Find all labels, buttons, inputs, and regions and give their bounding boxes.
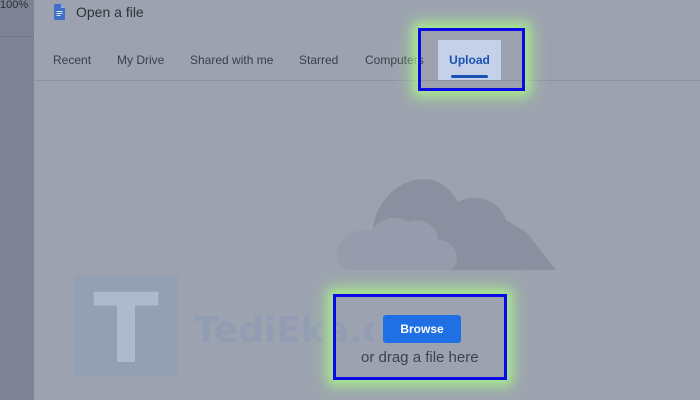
dialog-header: Open a file xyxy=(54,0,144,24)
watermark-logo-letter: T xyxy=(93,276,158,376)
dialog-title: Open a file xyxy=(76,4,144,20)
site-watermark: T TediEka.com xyxy=(74,273,446,385)
google-docs-icon xyxy=(54,4,65,20)
cloud-upload-illustration xyxy=(334,170,560,285)
tab-computers[interactable]: Computers xyxy=(365,40,424,80)
tab-my-drive[interactable]: My Drive xyxy=(117,40,164,80)
tab-recent[interactable]: Recent xyxy=(53,40,91,80)
zoom-level-label: 100% xyxy=(0,0,29,11)
browse-area-highlight xyxy=(333,294,507,380)
upload-tab-highlight xyxy=(418,28,525,91)
tab-shared-with-me[interactable]: Shared with me xyxy=(190,40,273,80)
tab-bar: Recent My Drive Shared with me Starred C… xyxy=(34,40,700,81)
background-app-sidebar: 100% xyxy=(0,0,34,400)
sidebar-divider xyxy=(0,36,34,37)
tab-starred[interactable]: Starred xyxy=(299,40,338,80)
